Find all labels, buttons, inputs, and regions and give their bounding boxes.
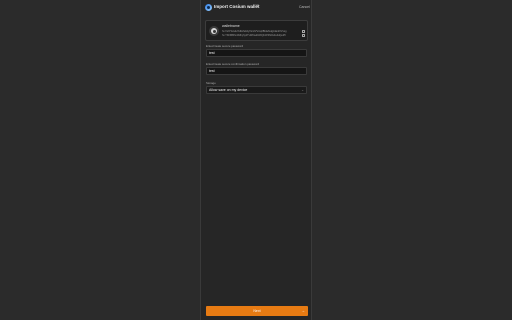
password-value: test [209, 51, 215, 55]
copy-address-1-icon[interactable] [302, 30, 305, 33]
wallet-address-1: hx hVcHsrsdvXdfwhdrdyXsmfVVxsplBfdwfsdgz… [222, 30, 287, 33]
panel-header: Import Cosium wallet JS Cancel [201, 0, 311, 16]
confirm-password-value: test [209, 69, 215, 73]
chevron-down-icon: ⌄ [301, 88, 304, 92]
app-logo-icon [205, 4, 212, 11]
password-label: Enter/create secure password [206, 44, 244, 48]
confirm-password-field[interactable]: test [206, 67, 307, 75]
cancel-button[interactable]: Cancel [299, 5, 310, 9]
next-button-label: Next [253, 309, 261, 313]
next-button[interactable]: Next → [206, 306, 308, 316]
wallet-name: walletname [222, 24, 240, 28]
page-title: Import Cosium wallet [214, 4, 260, 9]
network-badge: JS [255, 4, 260, 8]
import-panel: Import Cosium wallet JS Cancel walletnam… [200, 0, 312, 320]
arrow-right-icon: → [301, 308, 305, 313]
wallet-avatar-icon [209, 26, 219, 36]
wallet-card: walletname hx hVcHsrsdvXdfwhdrdyXsmfVVxs… [205, 20, 308, 41]
storage-value: Allow save on my device [209, 88, 248, 92]
storage-select[interactable]: Allow save on my device ⌄ [206, 86, 307, 94]
confirm-password-label: Enter/create secure confirmation passwor… [206, 62, 260, 66]
storage-label: Storage [206, 81, 216, 85]
password-field[interactable]: test [206, 49, 307, 57]
wallet-address-2: hx T3Fl8fRhn4MhyhybTvWKwd04XQbJP4Mrls0u4… [222, 34, 286, 37]
copy-address-2-icon[interactable] [302, 34, 305, 37]
